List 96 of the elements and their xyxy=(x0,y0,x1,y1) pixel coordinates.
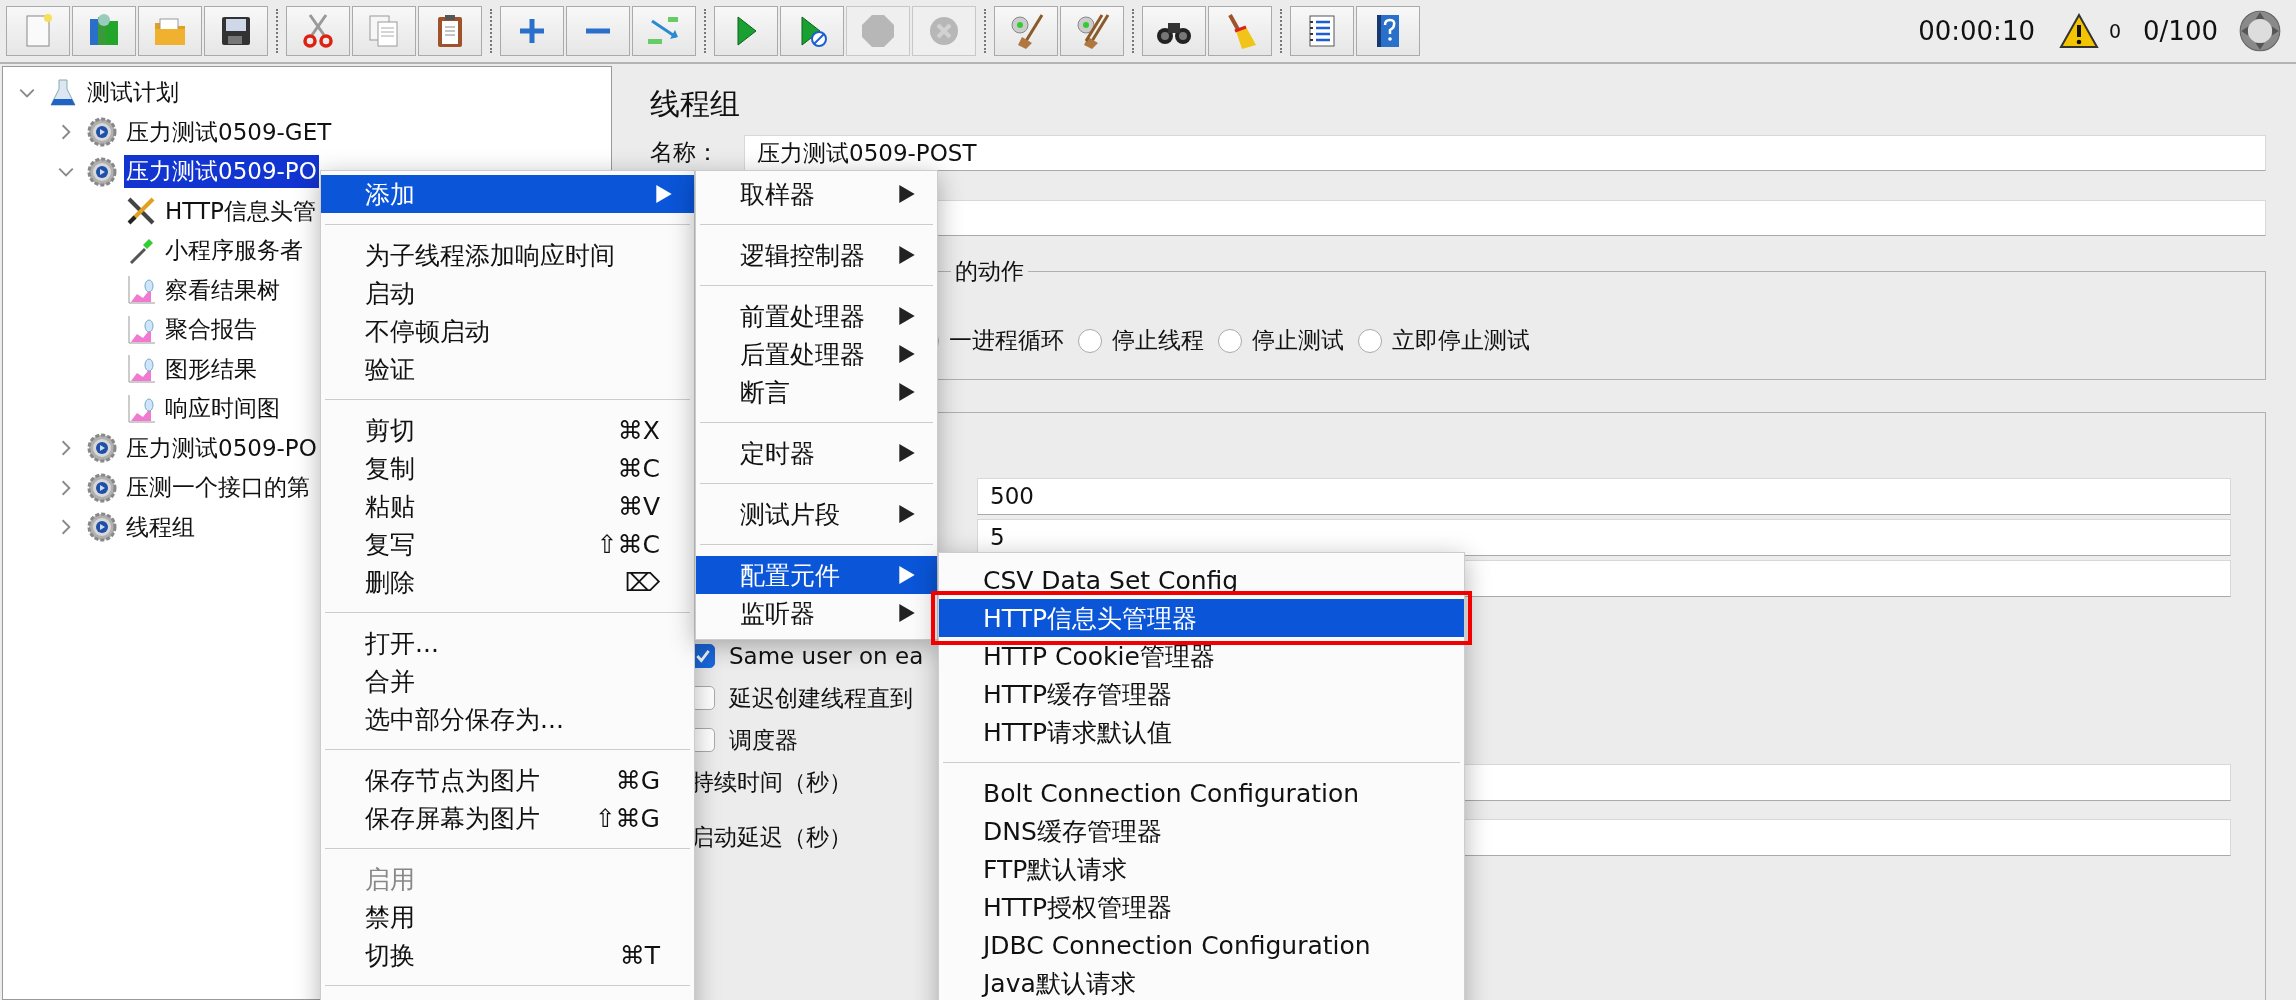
tree-item[interactable]: 压测一个接口的第 xyxy=(124,471,312,505)
submenu-arrow-icon xyxy=(899,566,915,584)
tree-item[interactable]: 线程组 xyxy=(124,510,197,544)
tree-item[interactable]: 图形结果 xyxy=(163,352,259,386)
panel-title: 线程组 xyxy=(650,85,741,123)
menu-item[interactable]: 粘贴 ⌘V xyxy=(321,487,694,525)
menu-item[interactable]: Bolt Connection Configuration xyxy=(939,774,1464,812)
menu-item[interactable]: 不停顿启动 xyxy=(321,312,694,350)
menu-item[interactable]: 为子线程添加响应时间 xyxy=(321,236,694,274)
chart-icon xyxy=(125,353,157,386)
submenu-arrow-icon xyxy=(656,185,672,203)
menu-item[interactable]: CSV Data Set Config xyxy=(939,561,1464,599)
tree-item[interactable]: 小程序服务者 xyxy=(163,234,305,268)
submenu-arrow-icon xyxy=(899,345,915,363)
tree-item[interactable]: 响应时间图 xyxy=(163,392,282,426)
menu-item[interactable]: 验证 xyxy=(321,350,694,388)
tree-item[interactable]: 压力测试0509-PO xyxy=(124,431,319,465)
flask-icon xyxy=(47,76,79,109)
menu-item[interactable]: 配置元件 xyxy=(696,556,937,594)
gear-icon xyxy=(86,471,118,504)
radio-label: 停止测试 xyxy=(1252,326,1344,355)
submenu-arrow-icon xyxy=(899,383,915,401)
gear-icon xyxy=(86,432,118,465)
submenu-arrow-icon xyxy=(899,604,915,622)
tree-item[interactable]: 测试计划 xyxy=(85,76,181,110)
submenu-arrow-icon xyxy=(899,444,915,462)
menu-item[interactable]: 前置处理器 xyxy=(696,297,937,335)
checkbox-label: Same user on ea xyxy=(729,643,924,669)
radio-button[interactable] xyxy=(1078,328,1102,353)
gear-icon xyxy=(86,116,118,149)
radio-label: 停止线程 xyxy=(1112,326,1204,355)
warning-icon xyxy=(2058,13,2099,49)
menu-item[interactable]: 复制 ⌘C xyxy=(321,449,694,487)
menu-item[interactable]: 复写 ⇧⌘C xyxy=(321,525,694,563)
submenu-arrow-icon xyxy=(899,307,915,325)
menu-item[interactable]: JDBC Connection Configuration xyxy=(939,926,1464,964)
menu-item[interactable]: 打开... xyxy=(321,624,694,662)
menu-item[interactable]: 断言 xyxy=(696,373,937,411)
toolbar-button[interactable] xyxy=(1356,6,1420,56)
tree-item[interactable]: 聚合报告 xyxy=(163,313,259,347)
thread-count: 0/100 xyxy=(2143,16,2218,46)
radio-label: 一进程循环 xyxy=(949,326,1064,355)
menu-item[interactable]: 定时器 xyxy=(696,434,937,472)
menu-item[interactable]: 保存节点为图片 ⌘G xyxy=(321,761,694,799)
gear-icon xyxy=(86,155,118,188)
menu-item[interactable]: 添加 xyxy=(321,175,694,213)
menu-item[interactable]: 删除 ⌦ xyxy=(321,563,694,601)
minus-icon xyxy=(585,28,611,34)
radio-button[interactable] xyxy=(1218,328,1242,353)
name-field[interactable]: 压力测试0509-POST xyxy=(744,134,2266,171)
menu-item[interactable]: 保存屏幕为图片 ⇧⌘G xyxy=(321,799,694,837)
menu-item[interactable]: 监听器 xyxy=(696,594,937,632)
tree-item[interactable]: 压力测试0509-GET xyxy=(124,115,334,149)
checkbox-label: 调度器 xyxy=(729,725,798,755)
menu-item[interactable]: 测试片段 xyxy=(696,495,937,533)
menu-item[interactable]: 启动 xyxy=(321,274,694,312)
tree-item[interactable]: HTTP信息头管 xyxy=(163,194,318,228)
gear-icon xyxy=(86,511,118,544)
submenu-arrow-icon xyxy=(899,246,915,264)
tree-item[interactable]: 压力测试0509-PO xyxy=(124,155,319,189)
menu-item[interactable]: HTTP授权管理器 xyxy=(939,888,1464,926)
chart-icon xyxy=(125,274,157,307)
field-label: 名称： xyxy=(650,138,720,167)
menu-item[interactable]: 取样器 xyxy=(696,175,937,213)
submenu-arrow-icon xyxy=(899,505,915,523)
submenu-arrow-icon xyxy=(899,185,915,203)
circle-arrows-icon xyxy=(2238,9,2282,53)
input-field[interactable]: 500 xyxy=(977,478,2231,515)
menu-item[interactable]: 逻辑控制器 xyxy=(696,236,937,274)
menu-item[interactable]: HTTP缓存管理器 xyxy=(939,675,1464,713)
menu-item[interactable]: 合并 xyxy=(321,662,694,700)
checkbox-label: 延迟创建线程直到 xyxy=(729,683,913,713)
tree-item[interactable]: 察看结果树 xyxy=(163,273,282,307)
menu-item[interactable]: HTTP Cookie管理器 xyxy=(939,637,1464,675)
checkmark-icon xyxy=(694,647,712,665)
warning-count: 0 xyxy=(2108,20,2122,42)
toolbar-button[interactable] xyxy=(204,6,268,56)
radio-label: 立即停止测试 xyxy=(1392,326,1530,355)
menu-item[interactable]: HTTP请求默认值 xyxy=(939,713,1464,751)
menu-item[interactable]: 切换 ⌘T xyxy=(321,936,694,974)
toolbar-button[interactable] xyxy=(1142,6,1206,56)
field-label: 启动延迟（秒） xyxy=(691,823,853,852)
input-field[interactable]: 5 xyxy=(977,519,2231,556)
menu-item[interactable]: Java默认请求 xyxy=(939,964,1464,1000)
chart-icon xyxy=(125,313,157,346)
menu-item[interactable]: 后置处理器 xyxy=(696,335,937,373)
menu-item[interactable]: HTTP信息头管理器 xyxy=(939,599,1464,637)
menu-item[interactable]: FTP默认请求 xyxy=(939,850,1464,888)
menu-item[interactable]: 剪切 ⌘X xyxy=(321,411,694,449)
menu-item[interactable]: 禁用 xyxy=(321,898,694,936)
elapsed-time: 00:00:10 xyxy=(1918,16,2035,46)
menu-item[interactable]: DNS缓存管理器 xyxy=(939,812,1464,850)
menu-item[interactable]: 选中部分保存为... xyxy=(321,700,694,738)
radio-button[interactable] xyxy=(1358,328,1382,353)
chart-icon xyxy=(125,392,157,425)
group-title: 的动作 xyxy=(954,257,1025,286)
